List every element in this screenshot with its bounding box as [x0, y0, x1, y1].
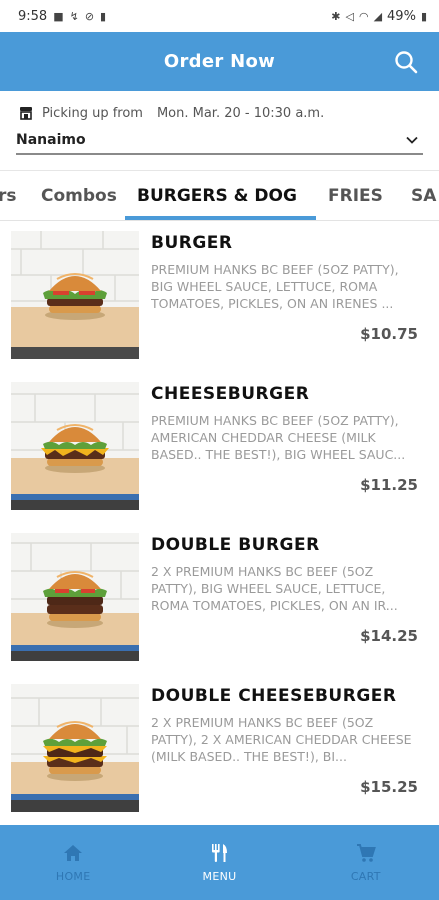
item-description: 2 X PREMIUM HANKS BC BEEF (5oz PATTY), B…: [151, 564, 398, 613]
location-value: Nanaimo: [16, 132, 86, 148]
chevron-down-icon: [406, 136, 418, 144]
item-description: PREMIUM HANKS BC BEEF (5oz PATTY), BIG W…: [151, 262, 399, 311]
burger-photo: [11, 231, 139, 359]
tab-next[interactable]: SA: [411, 171, 436, 220]
menu-list: BURGER PREMIUM HANKS BC BEEF (5oz PATTY)…: [0, 221, 439, 825]
item-description: PREMIUM HANKS BC BEEF (5oz PATTY), AMERI…: [151, 413, 406, 462]
status-time: 9:58: [18, 8, 48, 24]
pickup-datetime[interactable]: Mon. Mar. 20 - 10:30 a.m.: [157, 106, 324, 121]
nav-home-label: HOME: [55, 870, 91, 883]
store-icon: [20, 107, 32, 120]
home-icon: [64, 845, 83, 861]
item-name: DOUBLE CHEESEBURGER: [151, 686, 397, 706]
tab-burgers-and-dog[interactable]: BURGERS & DOG: [137, 171, 297, 220]
nav-cart-label: CART: [350, 870, 381, 883]
status-bar: 9:58 ■ ↯ ⊘ ▮ ✱ ◁ ◠ ◢ 49% ▮: [0, 0, 439, 32]
wifi-icon: ◠: [358, 9, 369, 23]
item-name: CHEESEBURGER: [151, 384, 310, 404]
pickup-label: Picking up from: [42, 105, 143, 121]
bottom-nav: HOME MENU CART: [0, 825, 439, 900]
item-name: DOUBLE BURGER: [151, 535, 320, 555]
bluetooth-icon: ✱: [331, 9, 341, 23]
item-description: 2 X PREMIUM HANKS BC BEEF (5oz PATTY), 2…: [151, 715, 412, 764]
app-header: Order Now: [0, 32, 439, 91]
category-tabs: rs Combos BURGERS & DOG FRIES SA: [0, 171, 439, 221]
cart-icon: [356, 844, 376, 862]
double-cheeseburger-photo: [11, 684, 139, 812]
clipboard-icon: ▮: [100, 9, 107, 23]
menu-item[interactable]: DOUBLE CHEESEBURGER 2 X PREMIUM HANKS BC…: [0, 674, 439, 824]
tab-previous[interactable]: rs: [0, 171, 17, 220]
menu-item[interactable]: DOUBLE BURGER 2 X PREMIUM HANKS BC BEEF …: [0, 523, 439, 673]
missed-call-icon: ↯: [69, 9, 79, 23]
item-price: $10.75: [360, 325, 418, 343]
pickup-section: Picking up from Mon. Mar. 20 - 10:30 a.m…: [0, 91, 439, 171]
status-left: 9:58 ■ ↯ ⊘ ▮: [18, 9, 106, 24]
pickup-info: Picking up from Mon. Mar. 20 - 10:30 a.m…: [18, 105, 324, 121]
signal-icon: ◢: [373, 9, 383, 23]
double-burger-photo: [11, 533, 139, 661]
nav-menu-label: MENU: [202, 870, 237, 883]
active-tab-indicator: [125, 216, 316, 220]
location-dropdown[interactable]: Nanaimo: [16, 127, 423, 155]
menu-item[interactable]: CHEESEBURGER PREMIUM HANKS BC BEEF (5oz …: [0, 372, 439, 522]
nav-cart[interactable]: CART: [293, 825, 439, 900]
camera-icon: ■: [53, 9, 64, 23]
battery-icon: ▮: [420, 9, 427, 23]
item-name: BURGER: [151, 233, 233, 253]
menu-item[interactable]: BURGER PREMIUM HANKS BC BEEF (5oz PATTY)…: [0, 221, 439, 371]
mute-icon: ◁: [345, 9, 354, 23]
status-right: ✱ ◁ ◠ ◢ 49% ▮: [331, 9, 427, 24]
nav-home[interactable]: HOME: [0, 825, 146, 900]
fork-knife-icon: [212, 844, 228, 862]
battery-percent: 49%: [387, 8, 416, 24]
item-price: $14.25: [360, 627, 418, 645]
page-title: Order Now: [163, 51, 276, 72]
item-price: $11.25: [360, 476, 418, 494]
nav-menu[interactable]: MENU: [146, 825, 292, 900]
tab-combos[interactable]: Combos: [41, 171, 117, 220]
cheeseburger-photo: [11, 382, 139, 510]
item-price: $15.25: [360, 778, 418, 796]
search-icon[interactable]: [393, 49, 419, 75]
blocked-icon: ⊘: [84, 9, 95, 23]
tab-fries[interactable]: FRIES: [328, 171, 383, 220]
